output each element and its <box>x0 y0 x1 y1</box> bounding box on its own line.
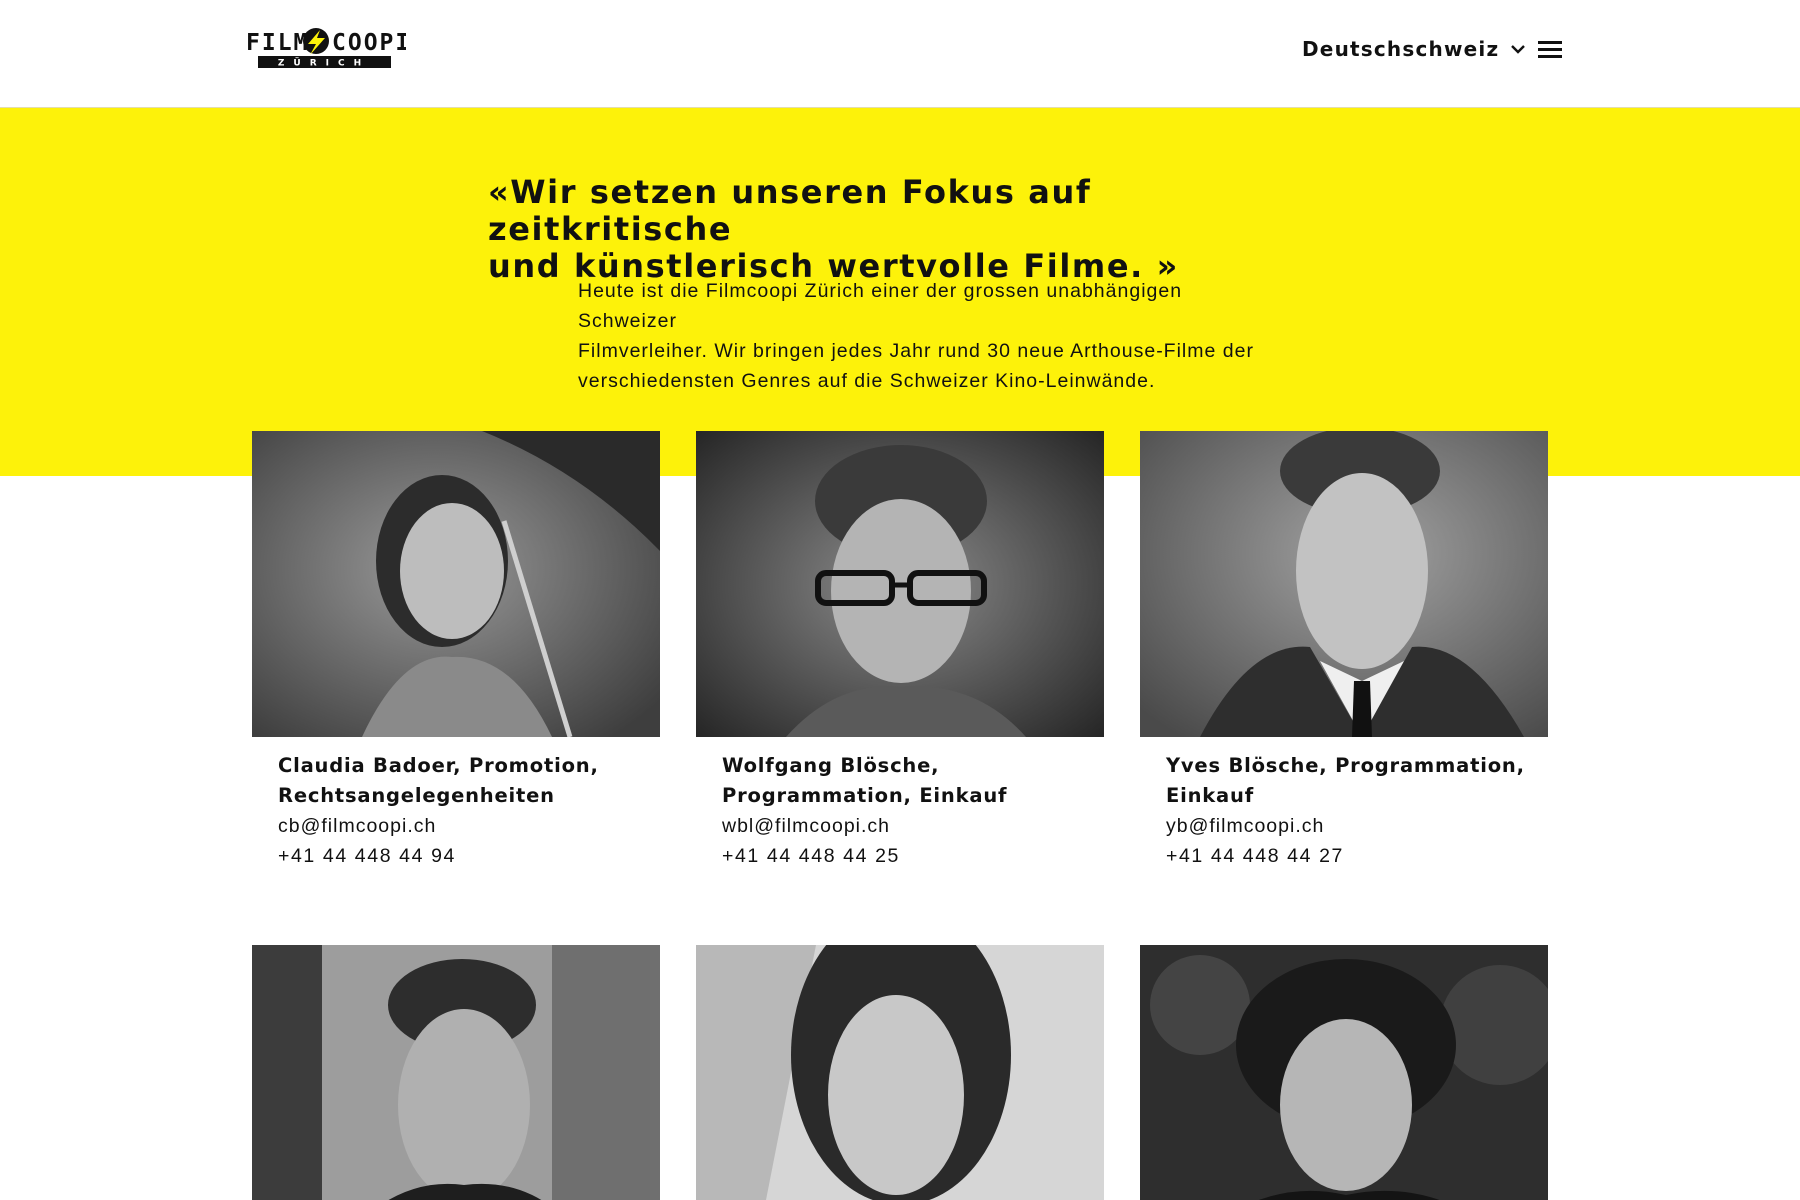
team-member-info: Yves Blösche, Programmation, Einkauf yb@… <box>1166 751 1536 871</box>
intro-quote: «Wir setzen unseren Fokus auf zeitkritis… <box>488 174 1308 285</box>
intro-text: Heute ist die Filmcoopi Zürich einer der… <box>578 276 1278 396</box>
team-member-photo <box>1140 431 1548 737</box>
intro-text-line: verschiedensten Genres auf die Schweizer… <box>578 370 1156 392</box>
team-member-name-line: Rechtsangelegenheiten <box>278 784 555 807</box>
team-member-photo <box>252 945 660 1200</box>
team-member-name-line: Claudia Badoer, Promotion, <box>278 754 599 777</box>
svg-text:ZÜRICH: ZÜRICH <box>278 58 370 69</box>
team-member-photo <box>696 431 1104 737</box>
language-selector[interactable]: Deutschschweiz <box>1302 34 1527 64</box>
team-member-phone: +41 44 448 44 25 <box>722 845 900 867</box>
language-label: Deutschschweiz <box>1302 37 1500 61</box>
hamburger-menu-icon[interactable] <box>1538 38 1564 60</box>
team-member-name-line: Yves Blösche, Programmation, <box>1166 754 1525 777</box>
intro-text-line: Filmverleiher. Wir bringen jedes Jahr ru… <box>578 340 1254 362</box>
chevron-down-icon <box>1511 45 1526 54</box>
team-member-name-line: Einkauf <box>1166 784 1254 807</box>
team-member-photo <box>1140 945 1548 1200</box>
filmcoopi-logo[interactable]: FILM COOPI ZÜRICH <box>246 28 409 72</box>
team-member-name-line: Programmation, Einkauf <box>722 784 1008 807</box>
team-member-email-link[interactable]: cb@filmcoopi.ch <box>278 811 648 841</box>
team-member-info: Claudia Badoer, Promotion, Rechtsangeleg… <box>278 751 648 871</box>
team-member-name: Claudia Badoer, Promotion, Rechtsangeleg… <box>278 751 648 811</box>
team-member-info: Wolfgang Blösche, Programmation, Einkauf… <box>722 751 1092 871</box>
intro-text-line: Heute ist die Filmcoopi Zürich einer der… <box>578 280 1183 332</box>
svg-text:FILM: FILM <box>246 30 309 56</box>
svg-text:COOPI: COOPI <box>332 30 406 56</box>
quote-line: «Wir setzen unseren Fokus auf zeitkritis… <box>488 173 1092 248</box>
team-member-name: Yves Blösche, Programmation, Einkauf <box>1166 751 1536 811</box>
team-member-photo <box>252 431 660 737</box>
team-member-email-link[interactable]: wbl@filmcoopi.ch <box>722 811 1092 841</box>
team-member-name: Wolfgang Blösche, Programmation, Einkauf <box>722 751 1092 811</box>
team-member-phone: +41 44 448 44 27 <box>1166 845 1344 867</box>
team-member-name-line: Wolfgang Blösche, <box>722 754 940 777</box>
team-member-photo <box>696 945 1104 1200</box>
team-member-email-link[interactable]: yb@filmcoopi.ch <box>1166 811 1536 841</box>
logo-graphic: FILM COOPI ZÜRICH <box>246 28 409 69</box>
team-member-phone: +41 44 448 44 94 <box>278 845 456 867</box>
site-header: FILM COOPI ZÜRICH Deutschschweiz <box>0 0 1800 108</box>
